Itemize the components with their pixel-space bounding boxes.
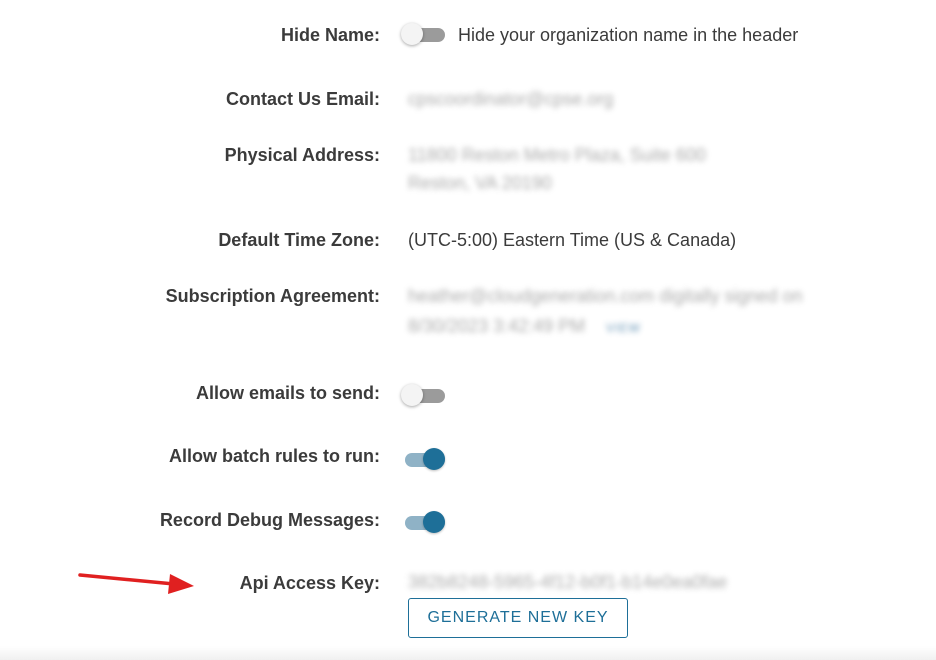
contact-email-label: Contact Us Email: <box>225 89 380 109</box>
subscription-line2: 8/30/2023 3:42:49 PM <box>408 316 586 336</box>
record-debug-toggle[interactable] <box>401 509 449 537</box>
red-arrow-icon <box>78 573 194 594</box>
hide-name-toggle[interactable] <box>401 21 449 49</box>
physical-address-line1: 11800 Reston Metro Plaza, Suite 600 <box>408 145 706 165</box>
allow-emails-toggle[interactable] <box>401 382 449 410</box>
contact-email-value: cpscoordinator@cpse.org <box>408 89 614 109</box>
record-debug-label: Record Debug Messages: <box>159 510 380 530</box>
allow-emails-label: Allow emails to send: <box>195 383 380 403</box>
allow-batch-label: Allow batch rules to run: <box>168 446 380 466</box>
toggle-thumb <box>423 448 445 470</box>
toggle-thumb <box>401 23 423 45</box>
api-key-label: Api Access Key: <box>239 573 380 593</box>
toggle-thumb <box>401 384 423 406</box>
hide-name-label: Hide Name: <box>280 25 380 45</box>
toggle-thumb <box>423 511 445 533</box>
hide-name-hint: Hide your organization name in the heade… <box>458 25 799 45</box>
time-zone-value: (UTC-5:00) Eastern Time (US & Canada) <box>408 230 737 250</box>
api-key-value: 382b8248-5965-4f12-b0f1-b14e0ea0fae <box>408 572 728 592</box>
view-agreement-link[interactable]: VIEW <box>606 316 641 340</box>
bottom-divider <box>0 646 936 660</box>
physical-address-label: Physical Address: <box>224 145 380 165</box>
subscription-line1: heather@cloudgeneration.com digitally si… <box>408 286 803 306</box>
generate-new-key-button[interactable]: GENERATE NEW KEY <box>408 598 628 638</box>
subscription-line2-row: 8/30/2023 3:42:49 PM VIEW <box>408 314 641 340</box>
allow-batch-toggle[interactable] <box>401 446 449 474</box>
time-zone-label: Default Time Zone: <box>218 230 380 250</box>
subscription-label: Subscription Agreement: <box>165 286 380 306</box>
physical-address-line2: Reston, VA 20190 <box>408 173 552 193</box>
